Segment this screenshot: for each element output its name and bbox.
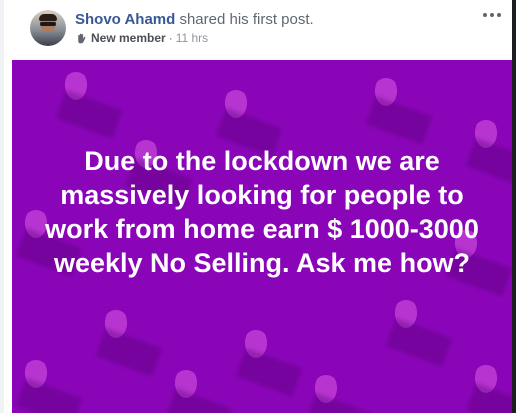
post-header: Shovo Ahamd shared his first post. New m… [4,0,512,60]
more-dot [490,13,494,17]
post-header-line: Shovo Ahamd shared his first post. [75,11,314,28]
skull-pattern-icon [102,310,130,342]
skull-pattern-icon [222,90,250,122]
post-body-text: Due to the lockdown we are massively loo… [45,146,479,278]
post-timestamp[interactable]: 11 hrs [176,31,208,45]
skull-pattern-icon [242,330,270,362]
more-options-icon[interactable] [480,8,504,22]
more-dot [483,13,487,17]
post-background[interactable]: Due to the lockdown we are massively loo… [12,60,512,413]
waving-hand-icon [78,33,86,43]
skull-pattern-icon [392,300,420,332]
meta-separator: · [168,31,173,45]
window-edge-right [512,0,516,413]
post-meta-line: New member · 11 hrs [75,31,208,45]
avatar-sunglasses [40,22,56,26]
skull-pattern-icon [472,365,500,397]
skull-pattern-icon [312,375,340,407]
skull-pattern-icon [62,72,90,104]
window-edge-left [0,0,4,413]
skull-pattern-icon [22,360,50,392]
author-name-link[interactable]: Shovo Ahamd [75,11,175,28]
new-member-badge: New member [91,31,166,45]
more-dot [497,13,501,17]
skull-pattern-icon [372,78,400,110]
avatar-hair [39,14,57,21]
post-action-text: shared his first post. [175,11,314,28]
skull-pattern-icon [172,370,200,402]
author-avatar[interactable] [30,10,66,46]
